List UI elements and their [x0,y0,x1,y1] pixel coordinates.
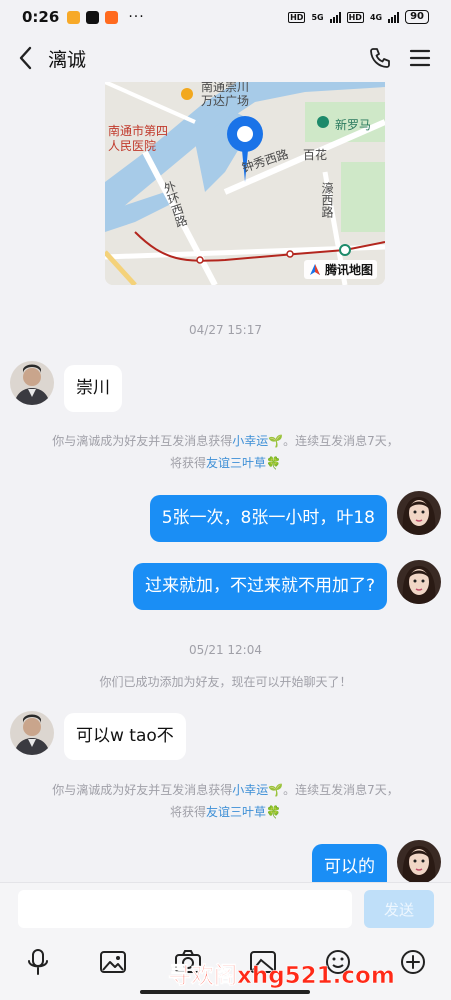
friendship-system-note: 你与漓诚成为好友并互发消息获得小幸运🌱。连续互发消息7天， 将获得友谊三叶草🍀 [20,779,431,823]
more-actions-button[interactable] [395,944,431,980]
my-avatar[interactable] [397,840,441,882]
received-message[interactable]: 可以w tao不 [64,713,186,760]
map-image [105,82,385,285]
my-avatar[interactable] [397,491,441,535]
map-provider-logo: 腾讯地图 [303,260,377,279]
message-timestamp: 04/27 15:17 [189,323,262,337]
system-note-text: 🌱。连续互发消息7天， [268,783,399,797]
clover-emoji: 🍀 [266,456,281,470]
more-menu-button[interactable] [402,40,438,76]
contact-avatar[interactable] [10,361,54,405]
notification-app-icon [67,10,81,24]
network-type: 4G [369,12,383,22]
back-chevron-icon [19,46,32,70]
system-note-text: 🌱。连续互发消息7天， [268,434,399,448]
more-notifications-indicator: ··· [128,9,145,25]
map-label: 新罗马 [335,118,372,132]
my-avatar[interactable] [397,560,441,604]
contact-name: 漓诚 [48,48,87,71]
received-message[interactable]: 崇川 [64,365,122,412]
map-label: 濠西路 [320,182,334,218]
status-bar: 0:26 ··· HD 5G HD 4G 90 [0,0,451,34]
plus-icon [401,950,425,974]
system-note-text: 将获得 [170,805,207,819]
friendship-system-note: 你与漓诚成为好友并互发消息获得小幸运🌱。连续互发消息7天， 将获得友谊三叶草🍀 [20,430,431,474]
map-provider-name: 腾讯地图 [324,263,373,277]
map-label: 人民医院 [108,139,157,153]
hd-badge: HD [346,11,364,23]
hd-badge: HD [288,11,306,23]
back-button[interactable] [4,36,48,80]
map-label: 万达广场 [201,94,250,108]
watermark-text: 寻欢阁xhg521.com [168,963,395,990]
phone-icon [370,48,390,68]
network-type: 5G [311,12,324,22]
image-button[interactable] [95,944,131,980]
chat-history[interactable]: 南通崇川 万达广场 南通市第四 人民医院 新罗马 钟秀西路 百花 濠西路 外环西… [0,82,451,882]
taobao-icon [105,10,119,24]
message-timestamp: 05/21 12:04 [189,643,262,657]
message-input[interactable] [18,890,352,928]
lucky-link[interactable]: 小幸运 [232,434,268,448]
lucky-link[interactable]: 小幸运 [232,783,268,797]
call-button[interactable] [362,40,398,76]
clover-link[interactable]: 友谊三叶草 [206,805,266,819]
clover-emoji: 🍀 [266,805,281,819]
friend-added-note: 你们已成功添加为好友，现在可以开始聊天了！ [99,675,352,689]
clover-link[interactable]: 友谊三叶草 [206,456,266,470]
system-note-text: 你与漓诚成为好友并互发消息获得 [52,434,233,448]
microphone-icon [28,949,48,975]
sent-message[interactable]: 过来就加，不过来就不用加了? [132,563,387,610]
chat-header: 漓诚 [0,34,451,82]
voice-button[interactable] [20,944,56,980]
sent-message[interactable]: 5张一次，8张一小时，叶18 [149,495,387,542]
signal-icon [329,11,341,23]
location-map-card[interactable]: 南通崇川 万达广场 南通市第四 人民医院 新罗马 钟秀西路 百花 濠西路 外环西… [105,82,385,285]
system-note-text: 你与漓诚成为好友并互发消息获得 [52,783,233,797]
map-label: 百花 [303,148,328,162]
message-input-bar: 发送 [0,882,451,934]
tiktok-icon [86,10,100,24]
sent-message[interactable]: 可以的 [312,844,387,882]
system-note-text: 将获得 [170,456,207,470]
home-indicator[interactable] [140,990,310,994]
battery-indicator: 90 [405,10,429,24]
image-icon [100,951,126,973]
send-button[interactable]: 发送 [364,890,434,928]
signal-icon [388,11,400,23]
menu-icon [409,49,431,67]
status-time: 0:26 [22,8,60,26]
map-label: 南通市第四 [108,124,169,138]
contact-avatar[interactable] [10,711,54,755]
compass-icon [309,263,320,275]
